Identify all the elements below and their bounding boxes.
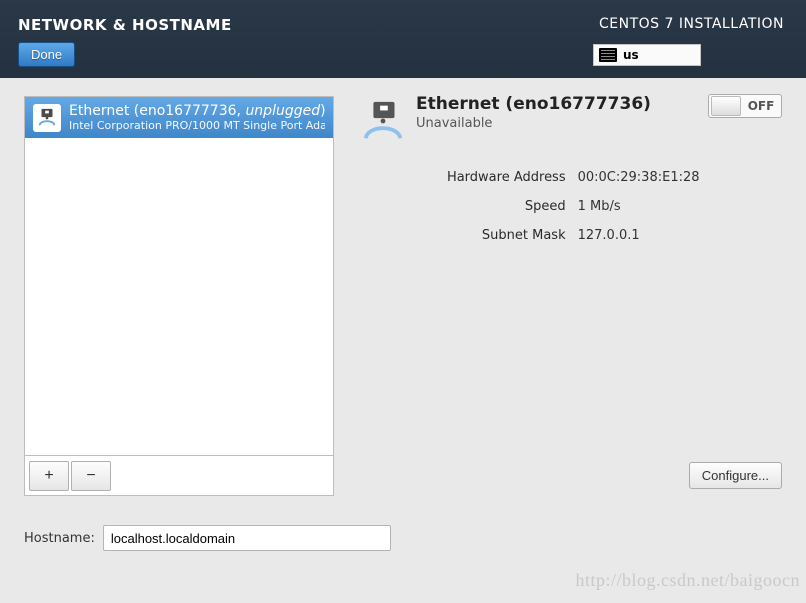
speed-label: Speed [362,193,576,220]
connection-toggle[interactable]: OFF [708,94,782,118]
hostname-input[interactable] [103,525,391,551]
ethernet-large-icon [360,98,406,144]
interface-list[interactable]: Ethernet (eno16777736, unplugged) Intel … [24,96,334,456]
table-row: Speed 1 Mb/s [362,193,780,220]
toggle-knob [711,96,741,116]
header: NETWORK & HOSTNAME CENTOS 7 INSTALLATION… [0,0,806,78]
hostname-label: Hostname: [24,531,95,546]
interface-item-text: Ethernet (eno16777736, unplugged) Intel … [69,103,325,132]
watermark: http://blog.csdn.net/baigoocn [576,570,800,591]
page-title: NETWORK & HOSTNAME [18,16,232,34]
interface-item-name: Ethernet (eno16777736, unplugged) [69,103,325,119]
subnet-value: 127.0.0.1 [578,222,780,249]
subnet-label: Subnet Mask [362,222,576,249]
interface-item-ethernet[interactable]: Ethernet (eno16777736, unplugged) Intel … [25,97,333,138]
interface-item-subtitle: Intel Corporation PRO/1000 MT Single Por… [69,119,325,132]
hwaddr-label: Hardware Address [362,164,576,191]
toggle-label: OFF [741,99,781,113]
remove-interface-button[interactable]: − [71,461,111,491]
hwaddr-value: 00:0C:29:38:E1:28 [578,164,780,191]
done-button[interactable]: Done [18,42,75,67]
add-interface-button[interactable]: + [29,461,69,491]
table-row: Subnet Mask 127.0.0.1 [362,222,780,249]
detail-title: Ethernet (eno16777736) [416,94,651,114]
keyboard-icon [599,48,617,62]
keyboard-layout-indicator[interactable]: us [593,44,701,66]
detail-table: Hardware Address 00:0C:29:38:E1:28 Speed… [360,162,782,251]
speed-value: 1 Mb/s [578,193,780,220]
interface-detail: Ethernet (eno16777736) Unavailable OFF H… [360,94,782,251]
ethernet-icon [33,104,61,132]
interface-buttons: + − [24,456,334,496]
install-title: CENTOS 7 INSTALLATION [599,16,784,32]
detail-status: Unavailable [416,116,651,131]
keyboard-layout-label: us [623,48,639,62]
table-row: Hardware Address 00:0C:29:38:E1:28 [362,164,780,191]
hostname-row: Hostname: [24,525,391,551]
configure-button[interactable]: Configure... [689,462,782,489]
